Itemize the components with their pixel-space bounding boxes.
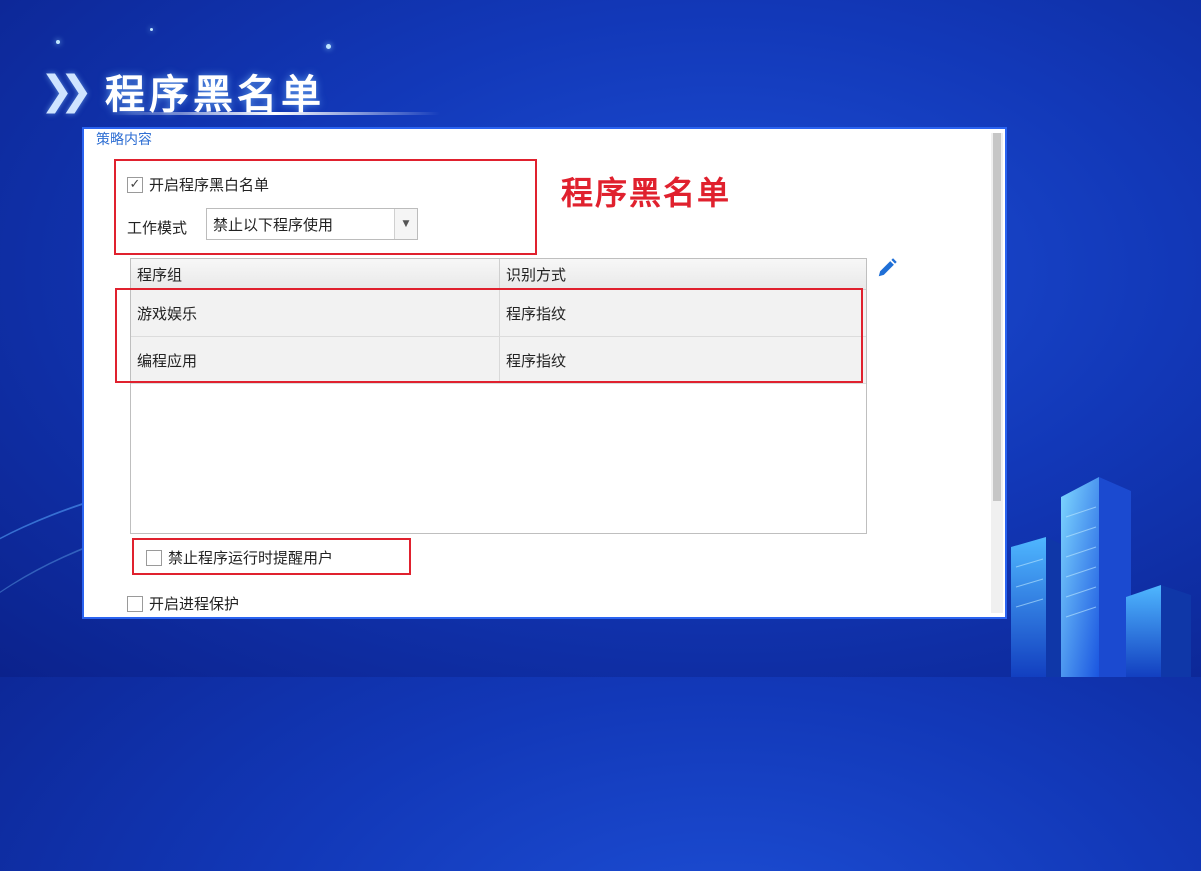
work-mode-select[interactable]: 禁止以下程序使用 ▼: [206, 208, 418, 240]
program-group-cell: 编程应用: [131, 337, 500, 383]
column-header-program-group[interactable]: 程序组: [131, 259, 500, 289]
notify-user-label: 禁止程序运行时提醒用户: [168, 549, 334, 567]
process-protect-checkbox[interactable]: [127, 595, 143, 612]
scrollbar-thumb[interactable]: [993, 133, 1001, 501]
program-group-table: 程序组 识别方式 游戏娱乐 程序指纹 编程应用 程序指纹: [130, 258, 867, 534]
policy-panel: 策略内容 ✓ 开启程序黑白名单 工作模式 禁止以下程序使用 ▼ 程序组 识别方式…: [82, 127, 1007, 619]
program-group-cell: 游戏娱乐: [131, 290, 500, 336]
sparkle-dot: [56, 40, 60, 44]
chevron-down-icon[interactable]: ▼: [394, 209, 417, 239]
identify-method-cell: 程序指纹: [506, 304, 567, 323]
annotation-label: 程序黑名单: [561, 174, 732, 212]
work-mode-label: 工作模式: [127, 219, 188, 237]
process-protect-option[interactable]: 开启进程保护: [127, 593, 239, 614]
city-buildings-illustration: [1011, 477, 1191, 677]
title-underline: [110, 112, 440, 115]
identify-method-cell: 程序指纹: [506, 351, 567, 370]
double-chevron-icon: ❯❯: [40, 68, 93, 114]
notify-user-checkbox[interactable]: [146, 549, 162, 566]
enable-blacklist-option[interactable]: ✓ 开启程序黑白名单: [127, 174, 269, 195]
enable-blacklist-label: 开启程序黑白名单: [149, 176, 270, 194]
column-header-identify-method[interactable]: 识别方式: [500, 259, 866, 289]
sparkle-dot: [150, 28, 153, 31]
table-row[interactable]: 游戏娱乐 程序指纹: [131, 290, 866, 337]
pencil-icon[interactable]: [876, 257, 898, 279]
notify-user-option[interactable]: 禁止程序运行时提醒用户: [146, 547, 333, 568]
section-title: 策略内容: [96, 132, 152, 148]
checkmark-icon: ✓: [129, 177, 141, 192]
enable-blacklist-checkbox[interactable]: ✓: [127, 176, 143, 193]
work-mode-value: 禁止以下程序使用: [213, 215, 334, 234]
table-row[interactable]: 编程应用 程序指纹: [131, 337, 866, 384]
process-protect-label: 开启进程保护: [149, 595, 240, 613]
table-header: 程序组 识别方式: [131, 259, 866, 290]
sparkle-dot: [326, 44, 331, 49]
